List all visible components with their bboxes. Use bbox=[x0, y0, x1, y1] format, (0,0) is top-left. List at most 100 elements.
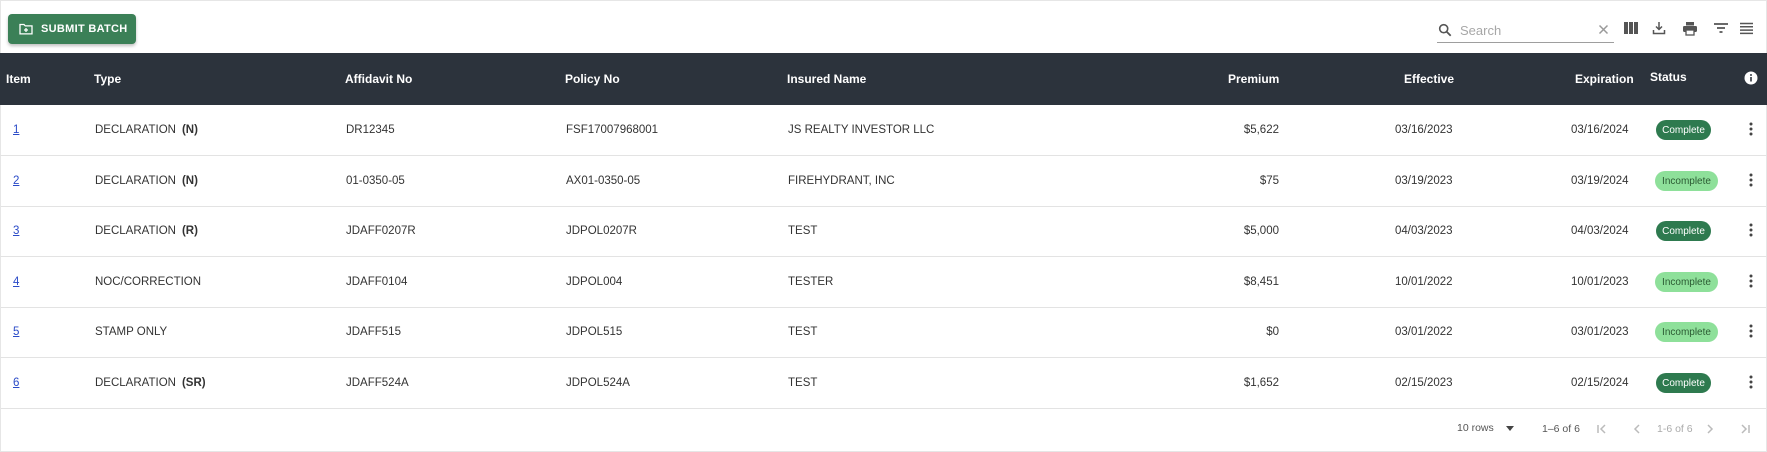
column-header-premium[interactable]: Premium bbox=[1228, 72, 1279, 86]
table-row[interactable]: 2 DECLARATION (N) 01-0350-05 AX01-0350-05… bbox=[0, 156, 1767, 207]
close-icon[interactable] bbox=[1597, 23, 1610, 36]
effective-cell: 03/16/2023 bbox=[1395, 124, 1453, 136]
status-badge: Complete bbox=[1656, 120, 1711, 140]
status-badge: Complete bbox=[1656, 373, 1711, 393]
pagination-bar: 10 rows 1–6 of 6 1-6 of 6 bbox=[0, 408, 1767, 452]
type-cell: STAMP ONLY bbox=[95, 326, 173, 338]
more-vert-icon[interactable] bbox=[1744, 223, 1758, 239]
info-icon[interactable] bbox=[1744, 71, 1758, 85]
affidavit-cell: 01-0350-05 bbox=[346, 175, 405, 187]
type-text: DECLARATION bbox=[95, 377, 176, 389]
first-page-icon[interactable] bbox=[1595, 422, 1609, 436]
type-text: DECLARATION bbox=[95, 175, 176, 187]
status-badge: Complete bbox=[1656, 221, 1711, 241]
column-header-insured[interactable]: Insured Name bbox=[787, 72, 866, 86]
density-icon[interactable] bbox=[1737, 19, 1755, 37]
expiration-cell: 02/15/2024 bbox=[1571, 377, 1629, 389]
premium-cell: $75 bbox=[1259, 175, 1279, 187]
more-vert-icon[interactable] bbox=[1744, 122, 1758, 138]
effective-cell: 03/01/2022 bbox=[1395, 326, 1453, 338]
policy-cell: AX01-0350-05 bbox=[566, 175, 641, 187]
type-code: (N) bbox=[181, 175, 198, 187]
effective-cell: 04/03/2023 bbox=[1395, 225, 1453, 237]
item-link[interactable]: 2 bbox=[13, 175, 19, 187]
policy-cell: JDPOL004 bbox=[566, 276, 623, 288]
type-text: DECLARATION bbox=[95, 124, 176, 136]
affidavit-cell: JDAFF524A bbox=[346, 377, 409, 389]
search-icon bbox=[1438, 23, 1452, 37]
status-badge: Incomplete bbox=[1655, 322, 1718, 342]
insured-cell: FIREHYDRANT, INC bbox=[788, 175, 895, 187]
more-vert-icon[interactable] bbox=[1744, 375, 1758, 391]
column-header-type[interactable]: Type bbox=[94, 72, 121, 86]
expiration-cell: 03/19/2024 bbox=[1571, 175, 1629, 187]
folder-plus-icon bbox=[19, 23, 33, 35]
policy-cell: JDPOL0207R bbox=[566, 225, 637, 237]
next-page-icon[interactable] bbox=[1703, 422, 1717, 436]
more-vert-icon[interactable] bbox=[1744, 274, 1758, 290]
page-range-label: 1–6 of 6 bbox=[1542, 423, 1580, 435]
effective-cell: 10/01/2022 bbox=[1395, 276, 1453, 288]
type-code: (SR) bbox=[181, 377, 206, 389]
filter-icon[interactable] bbox=[1712, 19, 1730, 37]
table-row[interactable]: 3 DECLARATION (R) JDAFF0207R JDPOL0207R T… bbox=[0, 206, 1767, 257]
type-cell: DECLARATION (N) bbox=[95, 124, 198, 136]
effective-cell: 03/19/2023 bbox=[1395, 175, 1453, 187]
column-header-status[interactable]: Status bbox=[1650, 70, 1687, 84]
type-cell: DECLARATION (R) bbox=[95, 225, 198, 237]
type-text: DECLARATION bbox=[95, 225, 176, 237]
premium-cell: $5,000 bbox=[1243, 225, 1279, 237]
type-text: STAMP ONLY bbox=[95, 326, 168, 338]
status-badge: Incomplete bbox=[1655, 272, 1718, 292]
type-cell: NOC/CORRECTION bbox=[95, 276, 207, 288]
more-vert-icon[interactable] bbox=[1744, 173, 1758, 189]
rows-per-page-value: 10 rows bbox=[1457, 422, 1494, 434]
table-row[interactable]: 6 DECLARATION (SR) JDAFF524A JDPOL524A TE… bbox=[0, 358, 1767, 409]
premium-cell: $5,622 bbox=[1243, 124, 1279, 136]
previous-page-icon[interactable] bbox=[1630, 422, 1644, 436]
column-header-expiration[interactable]: Expiration bbox=[1575, 72, 1634, 86]
expiration-cell: 10/01/2023 bbox=[1571, 276, 1629, 288]
item-link[interactable]: 6 bbox=[13, 377, 19, 389]
status-badge: Incomplete bbox=[1655, 171, 1718, 191]
insured-cell: TEST bbox=[788, 326, 818, 338]
page-range-indicator: 1-6 of 6 bbox=[1657, 423, 1693, 435]
columns-icon[interactable] bbox=[1622, 19, 1640, 37]
column-header-policy[interactable]: Policy No bbox=[565, 72, 620, 86]
policy-cell: JDPOL515 bbox=[566, 326, 623, 338]
policy-cell: JDPOL524A bbox=[566, 377, 630, 389]
table-header: Item Type Affidavit No Policy No Insured… bbox=[0, 53, 1767, 105]
affidavit-cell: JDAFF515 bbox=[346, 326, 401, 338]
item-link[interactable]: 3 bbox=[13, 225, 19, 237]
type-cell: DECLARATION (SR) bbox=[95, 377, 206, 389]
table-row[interactable]: 4 NOC/CORRECTION JDAFF0104 JDPOL004 TEST… bbox=[0, 257, 1767, 308]
item-link[interactable]: 4 bbox=[13, 276, 19, 288]
chevron-down-icon bbox=[1505, 425, 1514, 431]
grid-toolbar: SUBMIT BATCH bbox=[0, 0, 1767, 53]
print-icon[interactable] bbox=[1681, 19, 1699, 37]
table-row[interactable]: 5 STAMP ONLY JDAFF515 JDPOL515 TEST $0 0… bbox=[0, 307, 1767, 358]
item-link[interactable]: 1 bbox=[13, 124, 19, 136]
more-vert-icon[interactable] bbox=[1744, 324, 1758, 340]
column-header-item[interactable]: Item bbox=[6, 72, 31, 86]
column-header-effective[interactable]: Effective bbox=[1404, 72, 1454, 86]
insured-cell: JS REALTY INVESTOR LLC bbox=[788, 124, 935, 136]
affidavit-cell: JDAFF0104 bbox=[346, 276, 408, 288]
table-row[interactable]: 1 DECLARATION (N) DR12345 FSF17007968001 … bbox=[0, 105, 1767, 156]
submit-batch-button[interactable]: SUBMIT BATCH bbox=[8, 14, 136, 44]
download-icon[interactable] bbox=[1650, 19, 1668, 37]
insured-cell: TEST bbox=[788, 377, 818, 389]
rows-per-page-select[interactable]: 10 rows bbox=[1457, 422, 1514, 434]
submit-batch-label: SUBMIT BATCH bbox=[41, 23, 128, 35]
last-page-icon[interactable] bbox=[1738, 422, 1752, 436]
search-input[interactable] bbox=[1460, 22, 1590, 38]
expiration-cell: 04/03/2024 bbox=[1571, 225, 1629, 237]
data-grid-page: SUBMIT BATCH Item Type bbox=[0, 0, 1767, 452]
premium-cell: $1,652 bbox=[1243, 377, 1279, 389]
column-header-affidavit[interactable]: Affidavit No bbox=[345, 72, 412, 86]
item-link[interactable]: 5 bbox=[13, 326, 19, 338]
affidavit-cell: JDAFF0207R bbox=[346, 225, 416, 237]
expiration-cell: 03/01/2023 bbox=[1571, 326, 1629, 338]
search-box bbox=[1437, 18, 1614, 43]
type-code: (N) bbox=[181, 124, 198, 136]
